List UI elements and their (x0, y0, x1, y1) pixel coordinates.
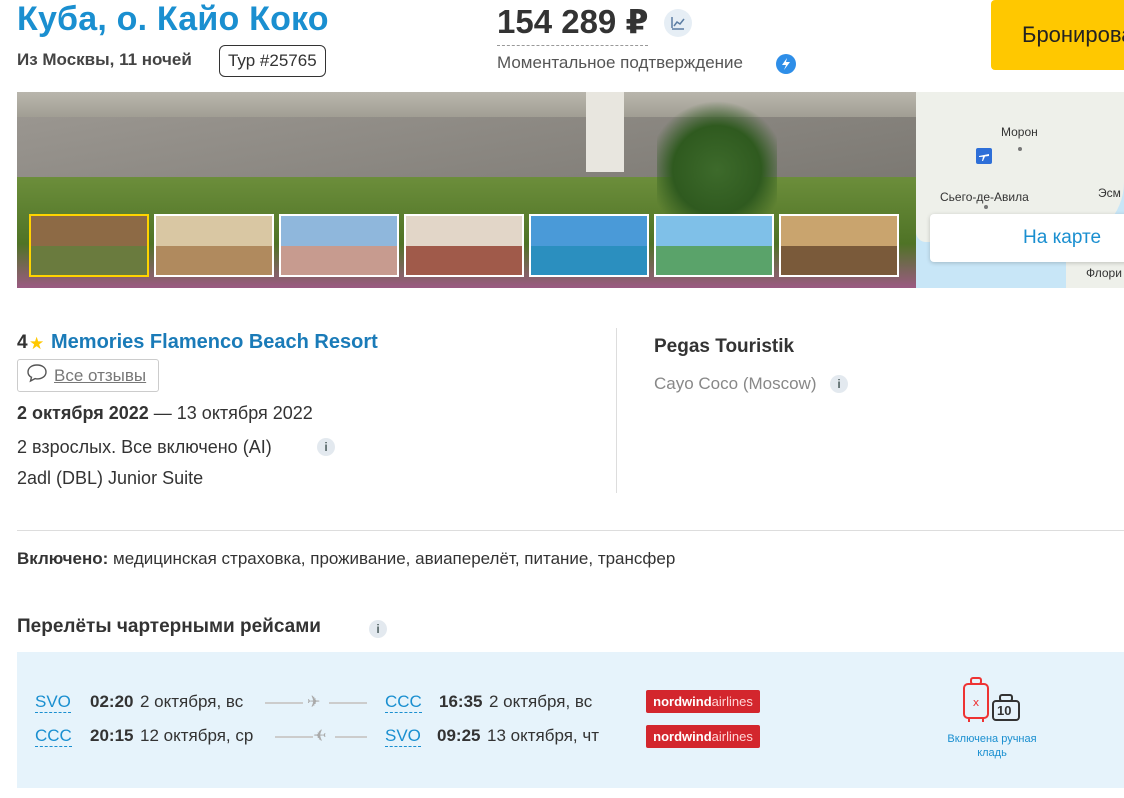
hotel-name-link[interactable]: Memories Flamenco Beach Resort (51, 331, 378, 354)
thumbnail-2[interactable] (154, 214, 274, 277)
svg-text:x: x (973, 696, 980, 709)
hand-luggage-weight: 10 (997, 703, 1012, 718)
instant-confirmation-label: Моментальное подтверждение (497, 53, 744, 72)
tour-number-badge: Тур #25765 (219, 45, 326, 77)
thumbnail-6[interactable] (654, 214, 774, 277)
room-type: 2adl (DBL) Junior Suite (17, 468, 204, 488)
star-icon: ★ (29, 334, 45, 353)
arrival-airport-code[interactable]: CCC (385, 692, 422, 713)
route-line (335, 736, 367, 738)
thumbnail-1[interactable] (29, 214, 149, 277)
show-on-map-button[interactable]: На карте (930, 214, 1124, 262)
departure-date: 12 октября, ср (140, 726, 254, 745)
speech-bubble-icon (26, 363, 48, 388)
tour-operator-name: Pegas Touristik (654, 336, 795, 357)
hand-luggage-icon: 10 (991, 692, 1021, 727)
tour-subtitle: Из Москвы, 11 ночей (17, 50, 192, 69)
photo-gallery[interactable] (17, 92, 916, 288)
info-icon[interactable]: i (369, 620, 387, 638)
info-icon[interactable]: i (830, 375, 848, 393)
included-items: медицинская страховка, проживание, авиап… (113, 549, 676, 568)
included-services: Включено: медицинская страховка, прожива… (17, 549, 675, 569)
arrival-date: 13 октября, чт (487, 726, 600, 745)
route-line (275, 736, 313, 738)
location-map[interactable]: Морон Сьего-де-Авила Эсм Флори На карте (916, 92, 1124, 288)
map-label-esm: Эсм (1098, 186, 1121, 200)
thumbnail-5[interactable] (529, 214, 649, 277)
hotel-stars-count: 4 (17, 332, 28, 353)
all-reviews-button[interactable]: Все отзывы (17, 359, 159, 392)
gallery-photo-road (17, 117, 916, 177)
baggage-info: x 10 Включена ручная кладь (937, 676, 1047, 766)
date-to: — 13 октября 2022 (153, 403, 313, 423)
arrival-date: 2 октября, вс (489, 692, 593, 711)
page-title: Куба, о. Кайо Коко (17, 0, 329, 38)
airline-suffix: airlines (711, 729, 753, 744)
arrival-time: 09:25 (437, 726, 481, 745)
departure-airport-code[interactable]: CCC (35, 726, 72, 747)
departure-time: 20:15 (90, 726, 134, 745)
plane-icon: ✈ (313, 728, 327, 745)
thumbnail-4[interactable] (404, 214, 524, 277)
tour-dates: 2 октября 2022 — 13 октября 2022 (17, 403, 313, 424)
airline-logo: nordwindairlines (646, 725, 760, 748)
info-icon[interactable]: i (317, 438, 335, 456)
tour-origin: Cayo Coco (Moscow) (654, 374, 817, 393)
airline-logo: nordwindairlines (646, 690, 760, 713)
lightning-icon (776, 54, 796, 74)
included-label: Включено: (17, 549, 109, 568)
route-line (329, 702, 367, 704)
guests-meal: 2 взрослых. Все включено (AI) (17, 437, 272, 457)
flights-section-title: Перелёты чартерными рейсами (17, 616, 321, 637)
gallery-photo-pillar (586, 92, 624, 172)
all-reviews-label: Все отзывы (54, 365, 147, 385)
airline-name: nordwind (653, 694, 712, 709)
tour-price[interactable]: 154 289 ₽ (497, 2, 649, 46)
gallery-photo-palm (657, 92, 777, 222)
map-town-dot (1018, 147, 1022, 151)
thumbnail-7[interactable] (779, 214, 899, 277)
arrival-airport-code[interactable]: SVO (385, 726, 421, 747)
horizontal-divider (17, 530, 1124, 531)
map-label-flori: Флори (1086, 266, 1122, 280)
flight-row-return: CCC 20:15 12 октября, ср ✈ SVO 09:25 13 … (17, 725, 817, 752)
departure-airport-code[interactable]: SVO (35, 692, 71, 713)
route-line (265, 702, 303, 704)
plane-icon: ✈ (307, 694, 321, 711)
arrival-time: 16:35 (439, 692, 483, 711)
map-town-dot-2 (984, 205, 988, 209)
gallery-thumbnails (29, 214, 899, 277)
airline-name: nordwind (653, 729, 712, 744)
book-button[interactable]: Бронировать (991, 0, 1124, 70)
thumbnail-3[interactable] (279, 214, 399, 277)
flight-row-outbound: SVO 02:20 2 октября, вс ✈ CCC 16:35 2 ок… (17, 690, 817, 718)
baggage-caption: Включена ручная кладь (947, 733, 1037, 759)
departure-time: 02:20 (90, 692, 134, 711)
airport-icon (976, 148, 992, 164)
departure-date: 2 октября, вс (140, 692, 244, 711)
airline-suffix: airlines (711, 694, 753, 709)
checked-baggage-excluded-icon: x (961, 676, 991, 729)
price-chart-icon[interactable] (664, 9, 692, 37)
map-label-ciego: Сьего-де-Авила (940, 190, 1029, 204)
map-label-moron: Морон (1001, 125, 1038, 139)
vertical-divider (616, 328, 617, 493)
flights-panel: SVO 02:20 2 октября, вс ✈ CCC 16:35 2 ок… (17, 652, 1124, 788)
date-from: 2 октября 2022 (17, 403, 149, 423)
